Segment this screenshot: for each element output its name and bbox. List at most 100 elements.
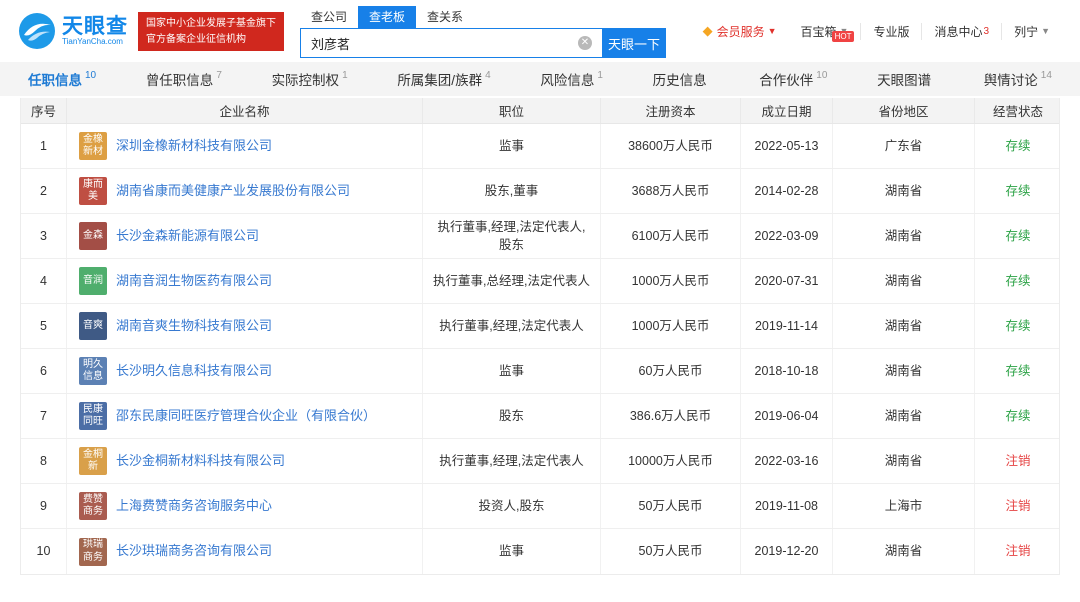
company-name-link[interactable]: 邵东民康同旺医疗管理合伙企业（有限合伙） [116, 407, 376, 426]
position: 投资人,股东 [423, 484, 601, 528]
table-row: 1 金橡 新材 深圳金橡新材科技有限公司 监事 38600万人民币 2022-0… [21, 124, 1059, 169]
section-tab[interactable]: 合作伙伴 10 [759, 62, 827, 96]
row-index: 5 [21, 304, 67, 348]
row-index: 9 [21, 484, 67, 528]
search-tab-relation[interactable]: 查关系 [416, 6, 475, 28]
table-header-row: 序号 企业名称 职位 注册资本 成立日期 省份地区 经营状态 [21, 98, 1059, 124]
nav-user-menu[interactable]: 列宁 ▼ [1001, 22, 1062, 40]
company-logo: 费赞 商务 [79, 492, 107, 520]
row-index: 4 [21, 259, 67, 303]
province: 湖南省 [833, 439, 975, 483]
nav-pro-version[interactable]: 专业版 [860, 22, 921, 40]
position: 监事 [423, 349, 601, 393]
company-name-link[interactable]: 湖南音爽生物科技有限公司 [116, 317, 272, 336]
message-count-badge: 3 [983, 25, 990, 37]
registered-capital: 6100万人民币 [601, 214, 741, 258]
establish-date: 2020-07-31 [741, 259, 833, 303]
business-status-badge: 存续 [1005, 318, 1031, 333]
top-header: 天眼查 TianYanCha.com 国家中小企业发展子基金旗下 官方备案企业征… [0, 0, 1080, 62]
section-tab-count: 1 [597, 69, 603, 81]
search-tab-company[interactable]: 查公司 [300, 6, 359, 28]
position: 监事 [423, 529, 601, 574]
section-tab[interactable]: 曾任职信息 7 [146, 62, 222, 96]
company-logo: 金森 [79, 222, 107, 250]
table-row: 8 金桐 新 长沙金桐新材料科技有限公司 执行董事,经理,法定代表人 10000… [21, 439, 1059, 484]
section-tab-label: 舆情讨论 [983, 73, 1038, 88]
col-header-capital: 注册资本 [601, 98, 741, 123]
table-row: 10 珙瑞 商务 长沙珙瑞商务咨询有限公司 监事 50万人民币 2019-12-… [21, 529, 1059, 574]
company-cell: 金橡 新材 深圳金橡新材科技有限公司 [67, 124, 423, 168]
position: 执行董事,经理,法定代表人 [423, 439, 601, 483]
company-logo: 金橡 新材 [79, 132, 107, 160]
company-cell: 费赞 商务 上海费赞商务咨询服务中心 [67, 484, 423, 528]
company-name-link[interactable]: 长沙金森新能源有限公司 [116, 227, 259, 246]
col-header-region: 省份地区 [833, 98, 975, 123]
table-row: 9 费赞 商务 上海费赞商务咨询服务中心 投资人,股东 50万人民币 2019-… [21, 484, 1059, 529]
company-logo: 珙瑞 商务 [79, 537, 107, 566]
nav-toolbox[interactable]: HOT 百宝箱 ▼ [789, 23, 861, 43]
search-input[interactable] [300, 28, 602, 58]
position: 监事 [423, 124, 601, 168]
company-name-link[interactable]: 湖南省康而美健康产业发展股份有限公司 [116, 182, 350, 201]
establish-date: 2022-03-16 [741, 439, 833, 483]
province: 湖南省 [833, 394, 975, 438]
company-name-link[interactable]: 深圳金橡新材科技有限公司 [116, 137, 272, 156]
table-row: 6 明久 信息 长沙明久信息科技有限公司 监事 60万人民币 2018-10-1… [21, 349, 1059, 394]
company-cell: 音润 湖南音润生物医药有限公司 [67, 259, 423, 303]
table-row: 5 音爽 湖南音爽生物科技有限公司 执行董事,经理,法定代表人 1000万人民币… [21, 304, 1059, 349]
section-tab-count: 10 [85, 69, 97, 81]
registered-capital: 1000万人民币 [601, 304, 741, 348]
section-tab[interactable]: 所属集团/族群 4 [397, 62, 490, 96]
col-header-date: 成立日期 [741, 98, 833, 123]
section-tab[interactable]: 天眼图谱 [877, 62, 934, 96]
company-name-link[interactable]: 长沙金桐新材料科技有限公司 [116, 452, 285, 471]
position: 执行董事,经理,法定代表人,股东 [423, 214, 601, 258]
registered-capital: 3688万人民币 [601, 169, 741, 213]
section-tab-label: 曾任职信息 [145, 73, 214, 88]
section-tab-label: 所属集团/族群 [397, 73, 483, 88]
section-tab[interactable]: 舆情讨论 14 [984, 62, 1052, 96]
company-name-link[interactable]: 上海费赞商务咨询服务中心 [116, 497, 272, 516]
section-tab-count: 4 [485, 69, 491, 81]
message-label: 消息中心 [934, 24, 983, 39]
company-name-link[interactable]: 长沙明久信息科技有限公司 [116, 362, 272, 381]
company-logo: 音爽 [79, 312, 107, 340]
company-name-link[interactable]: 湖南音润生物医药有限公司 [116, 272, 272, 291]
tianyancha-logo[interactable]: 天眼查 TianYanCha.com [18, 12, 128, 50]
registered-capital: 386.6万人民币 [601, 394, 741, 438]
search-button[interactable]: 天眼一下 [602, 28, 666, 58]
col-header-position: 职位 [423, 98, 601, 123]
section-tab[interactable]: 实际控制权 1 [272, 62, 348, 96]
search-tab-boss[interactable]: 查老板 [358, 6, 417, 28]
company-name-link[interactable]: 长沙珙瑞商务咨询有限公司 [116, 542, 272, 561]
business-status-badge: 存续 [1005, 228, 1031, 243]
section-tab[interactable]: 历史信息 [653, 62, 710, 96]
chevron-down-icon: ▼ [767, 26, 777, 36]
position: 股东,董事 [423, 169, 601, 213]
section-tab-count: 7 [216, 69, 222, 81]
establish-date: 2018-10-18 [741, 349, 833, 393]
section-tab-label: 合作伙伴 [759, 73, 814, 88]
establish-date: 2019-12-20 [741, 529, 833, 574]
position: 执行董事,经理,法定代表人 [423, 304, 601, 348]
chevron-down-icon: ▼ [1041, 26, 1050, 36]
pro-label: 专业版 [873, 24, 910, 39]
hot-badge: HOT [831, 30, 855, 43]
section-tab[interactable]: 任职信息 10 [28, 62, 96, 96]
registered-capital: 50万人民币 [601, 484, 741, 528]
registered-capital: 60万人民币 [601, 349, 741, 393]
company-logo: 明久 信息 [79, 357, 107, 385]
table-row: 3 金森 长沙金森新能源有限公司 执行董事,经理,法定代表人,股东 6100万人… [21, 214, 1059, 259]
section-tab[interactable]: 风险信息 1 [540, 62, 603, 96]
table-row: 4 音润 湖南音润生物医药有限公司 执行董事,总经理,法定代表人 1000万人民… [21, 259, 1059, 304]
col-header-status: 经营状态 [992, 105, 1043, 119]
province: 上海市 [833, 484, 975, 528]
positions-table: 序号 企业名称 职位 注册资本 成立日期 省份地区 经营状态 1 金橡 新材 深… [20, 98, 1060, 575]
tianyancha-logo-icon [19, 13, 55, 49]
establish-date: 2022-03-09 [741, 214, 833, 258]
nav-message-center[interactable]: 消息中心 3 [921, 22, 1001, 40]
nav-vip-services[interactable]: ◆ 会员服务 ▼ [691, 23, 789, 40]
establish-date: 2019-11-14 [741, 304, 833, 348]
section-tab-label: 天眼图谱 [877, 73, 932, 88]
clear-search-icon[interactable]: ✕ [578, 36, 592, 50]
